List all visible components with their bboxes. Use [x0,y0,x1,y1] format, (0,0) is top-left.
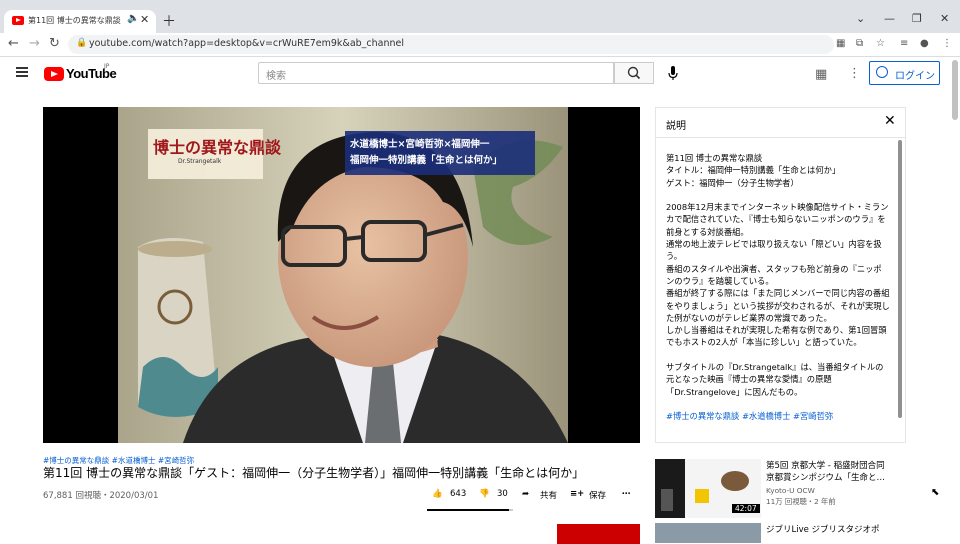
related-title-2[interactable]: ジブリLive ジブリスタジオポ [766,523,880,535]
region-label: JP [104,63,110,70]
reload-icon[interactable]: ↻ [49,36,60,51]
voice-search-button[interactable] [662,62,684,84]
description-header: 説明 [666,121,686,132]
settings-more-icon[interactable]: ⋮ [848,66,861,81]
description-line: ゲスト：福岡伸一（分子生物学者） [666,177,799,188]
forward-icon[interactable]: → [29,36,40,51]
minimize-icon[interactable]: — [884,12,895,25]
thumbs-up-icon: 👍 [432,489,443,499]
description-spacer [666,189,890,201]
profile-icon[interactable]: ● [920,38,929,49]
related-thumbnail-2[interactable] [655,523,761,543]
video-player[interactable] [43,107,640,443]
search-placeholder: 検索 [266,71,286,82]
youtube-favicon-icon [12,16,24,25]
description-line: しかし当番組はそれが実現した希有な例であり、第1回冒頭でもホストの2人が「本当に… [666,325,887,348]
search-icon [627,66,641,80]
thumbs-down-icon: 👎 [479,489,490,499]
save-label[interactable]: 保存 [589,489,606,501]
dislike-count[interactable]: 30 [497,489,508,499]
related-title[interactable]: 第5回 京都大学 - 稲盛財団合同京都賞シンポジウム「生命と… [766,460,890,484]
tab-search-icon[interactable]: ⌄ [856,12,865,25]
subscribe-button[interactable] [557,524,640,544]
search-input[interactable] [258,62,614,84]
video-frame [43,107,640,443]
description-scrollbar[interactable] [898,140,902,418]
caption-line-1: 水道橋博士×宮崎哲弥×福岡伸一 [350,139,490,150]
show-logo-subtitle: Dr.Strangetalk [178,158,222,165]
like-ratio-fill [427,509,510,511]
like-count[interactable]: 643 [450,489,466,499]
share-label[interactable]: 共有 [540,489,557,501]
login-label[interactable]: ログイン [895,67,935,82]
description-hashtags[interactable]: #博士の異常な鼎談 #水道橋博士 #宮崎哲弥 [666,410,890,422]
new-tab-icon[interactable]: ＋ [162,11,176,31]
description-line: サブタイトルの『Dr.Strangetalk』は、当番組タイトルの元となった映画… [666,362,884,397]
save-to-playlist-icon[interactable]: ≡+ [570,489,584,499]
qr-code-icon[interactable]: ▦ [836,38,845,49]
close-tab-icon[interactable]: ✕ [140,13,149,26]
description-line: 番組のスタイルや出演者、スタッフも殆ど前身の『ニッポンのウラ』を踏襲している。 [666,263,882,286]
like-button[interactable]: 👍 [432,489,443,499]
description-line: 番組が終了する際には「また同じメンバーで同じ内容の番組をやりましょう」という挨拶… [666,288,890,323]
restore-icon[interactable]: ❐ [912,12,922,25]
more-actions-icon[interactable]: ⋯ [622,489,631,499]
description-line: 2008年12月末までインターネット映像配信サイト・ミランカで配信されていた、『… [666,202,889,237]
video-meta: 67,881 回視聴・2020/03/01 [43,491,159,501]
youtube-logo-icon[interactable] [44,67,64,81]
microphone-icon [668,66,678,80]
divider [656,137,905,138]
close-icon[interactable]: ✕ [884,113,896,129]
description-line: タイトル：福岡伸一特別講義「生命とは何か」 [666,165,841,176]
window-close-icon[interactable]: ✕ [940,12,949,25]
share-icon[interactable]: ➦ [522,489,529,499]
bookmark-star-icon[interactable]: ☆ [876,38,885,49]
page-scrollbar[interactable] [952,60,958,120]
description-spacer [666,349,890,361]
url-text[interactable]: youtube.com/watch?app=desktop&v=crWuRE7e… [89,38,404,49]
apps-grid-icon[interactable]: ▦ [815,67,827,82]
description-line: 第11回 博士の異常な鼎談 [666,153,763,163]
related-channel[interactable]: Kyoto-U OCW [766,486,815,495]
show-logo-text: 博士の異常な鼎談 [153,138,282,157]
back-icon[interactable]: ← [8,36,19,51]
speaker-icon[interactable]: 🔈 [127,13,139,24]
duration-badge: 42:07 [732,504,760,513]
dislike-button[interactable]: 👎 [479,489,490,499]
video-title: 第11回 博士の異常な鼎談「ゲスト：福岡伸一（分子生物学者）」福岡伸一特別講義「… [43,466,585,480]
related-views: 11万 回視聴・2 年前 [766,497,836,506]
mouse-cursor-icon: ⬉ [931,487,940,498]
tab-title[interactable]: 第11回 博士の異常な鼎談「ゲ [28,15,124,26]
description-body: 第11回 博士の異常な鼎談タイトル：福岡伸一特別講義「生命とは何か」 ゲスト：福岡… [666,152,890,432]
hamburger-menu-icon[interactable] [16,67,28,77]
description-line: 通常の地上波テレビでは取り扱えない「際どい」内容を扱う。 [666,239,882,262]
account-icon [876,66,888,78]
search-button[interactable] [614,62,654,84]
reading-list-icon[interactable]: ≡ [900,38,908,49]
share-page-icon[interactable]: ⧉ [856,38,863,49]
description-spacer [666,398,890,410]
lock-icon[interactable]: 🔒 [76,38,87,48]
caption-line-2: 福岡伸一特別講義「生命とは何か」 [350,155,503,166]
chrome-menu-icon[interactable]: ⋮ [942,38,952,49]
